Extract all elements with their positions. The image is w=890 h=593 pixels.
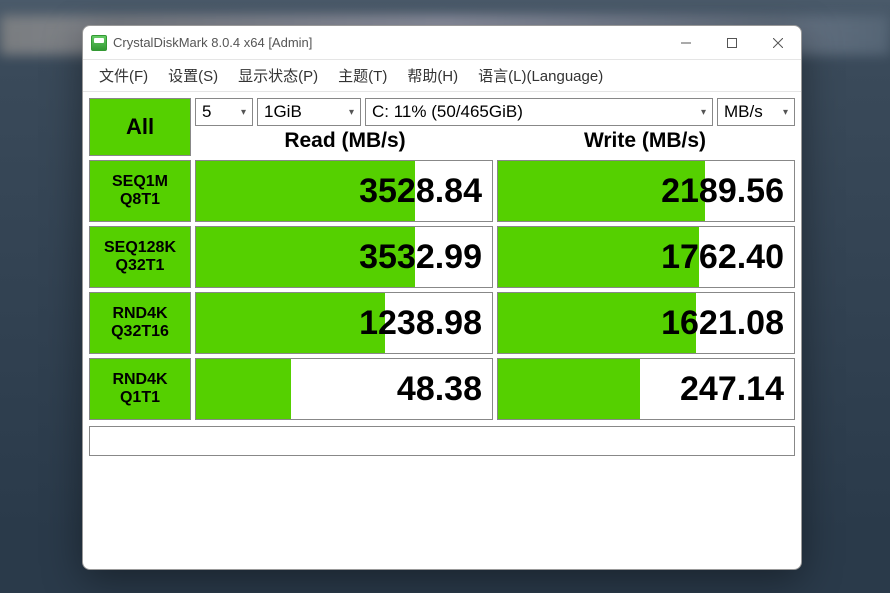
write-value: 1621.08 (661, 304, 784, 343)
read-result: 3532.99 (195, 226, 493, 288)
result-row: RND4KQ32T16 1238.98 1621.08 (89, 292, 795, 354)
menu-file[interactable]: 文件(F) (91, 61, 156, 90)
read-bar (196, 293, 385, 353)
menu-theme[interactable]: 主题(T) (330, 61, 395, 90)
write-value: 1762.40 (661, 238, 784, 277)
runs-select[interactable]: 5▾ (195, 98, 253, 126)
write-header: Write (MB/s) (495, 129, 795, 153)
chevron-down-icon: ▾ (701, 107, 706, 118)
menu-language[interactable]: 语言(L)(Language) (470, 61, 611, 90)
write-result: 1621.08 (497, 292, 795, 354)
result-row: SEQ1MQ8T1 3528.84 2189.56 (89, 160, 795, 222)
write-value: 2189.56 (661, 172, 784, 211)
read-header: Read (MB/s) (195, 129, 495, 153)
write-result: 1762.40 (497, 226, 795, 288)
titlebar[interactable]: CrystalDiskMark 8.0.4 x64 [Admin] (83, 26, 801, 60)
run-all-button[interactable]: All (89, 98, 191, 156)
write-result: 247.14 (497, 358, 795, 420)
test-button-SEQ128K-Q32T1[interactable]: SEQ128KQ32T1 (89, 226, 191, 288)
menubar: 文件(F) 设置(S) 显示状态(P) 主题(T) 帮助(H) 语言(L)(La… (83, 60, 801, 92)
read-result: 48.38 (195, 358, 493, 420)
content-area: All 5▾ 1GiB▾ C: 11% (50/465GiB)▾ MB/s▾ R… (83, 92, 801, 569)
write-value: 247.14 (680, 370, 784, 409)
chevron-down-icon: ▾ (349, 107, 354, 118)
chevron-down-icon: ▾ (783, 107, 788, 118)
test-button-SEQ1M-Q8T1[interactable]: SEQ1MQ8T1 (89, 160, 191, 222)
menu-help[interactable]: 帮助(H) (399, 61, 466, 90)
read-value: 48.38 (397, 370, 482, 409)
read-value: 3532.99 (359, 238, 482, 277)
read-value: 1238.98 (359, 304, 482, 343)
write-bar (498, 359, 640, 419)
app-window: CrystalDiskMark 8.0.4 x64 [Admin] 文件(F) … (82, 25, 802, 570)
menu-profile[interactable]: 显示状态(P) (230, 61, 326, 90)
test-button-RND4K-Q32T16[interactable]: RND4KQ32T16 (89, 292, 191, 354)
maximize-button[interactable] (709, 26, 755, 59)
result-row: RND4KQ1T1 48.38 247.14 (89, 358, 795, 420)
window-title: CrystalDiskMark 8.0.4 x64 [Admin] (113, 35, 663, 50)
close-button[interactable] (755, 26, 801, 59)
read-value: 3528.84 (359, 172, 482, 211)
size-select[interactable]: 1GiB▾ (257, 98, 361, 126)
write-result: 2189.56 (497, 160, 795, 222)
minimize-button[interactable] (663, 26, 709, 59)
app-icon (91, 35, 107, 51)
chevron-down-icon: ▾ (241, 107, 246, 118)
test-button-RND4K-Q1T1[interactable]: RND4KQ1T1 (89, 358, 191, 420)
result-row: SEQ128KQ32T1 3532.99 1762.40 (89, 226, 795, 288)
read-result: 3528.84 (195, 160, 493, 222)
unit-select[interactable]: MB/s▾ (717, 98, 795, 126)
drive-select[interactable]: C: 11% (50/465GiB)▾ (365, 98, 713, 126)
status-bar (89, 426, 795, 456)
read-result: 1238.98 (195, 292, 493, 354)
read-bar (196, 359, 291, 419)
menu-settings[interactable]: 设置(S) (160, 61, 226, 90)
